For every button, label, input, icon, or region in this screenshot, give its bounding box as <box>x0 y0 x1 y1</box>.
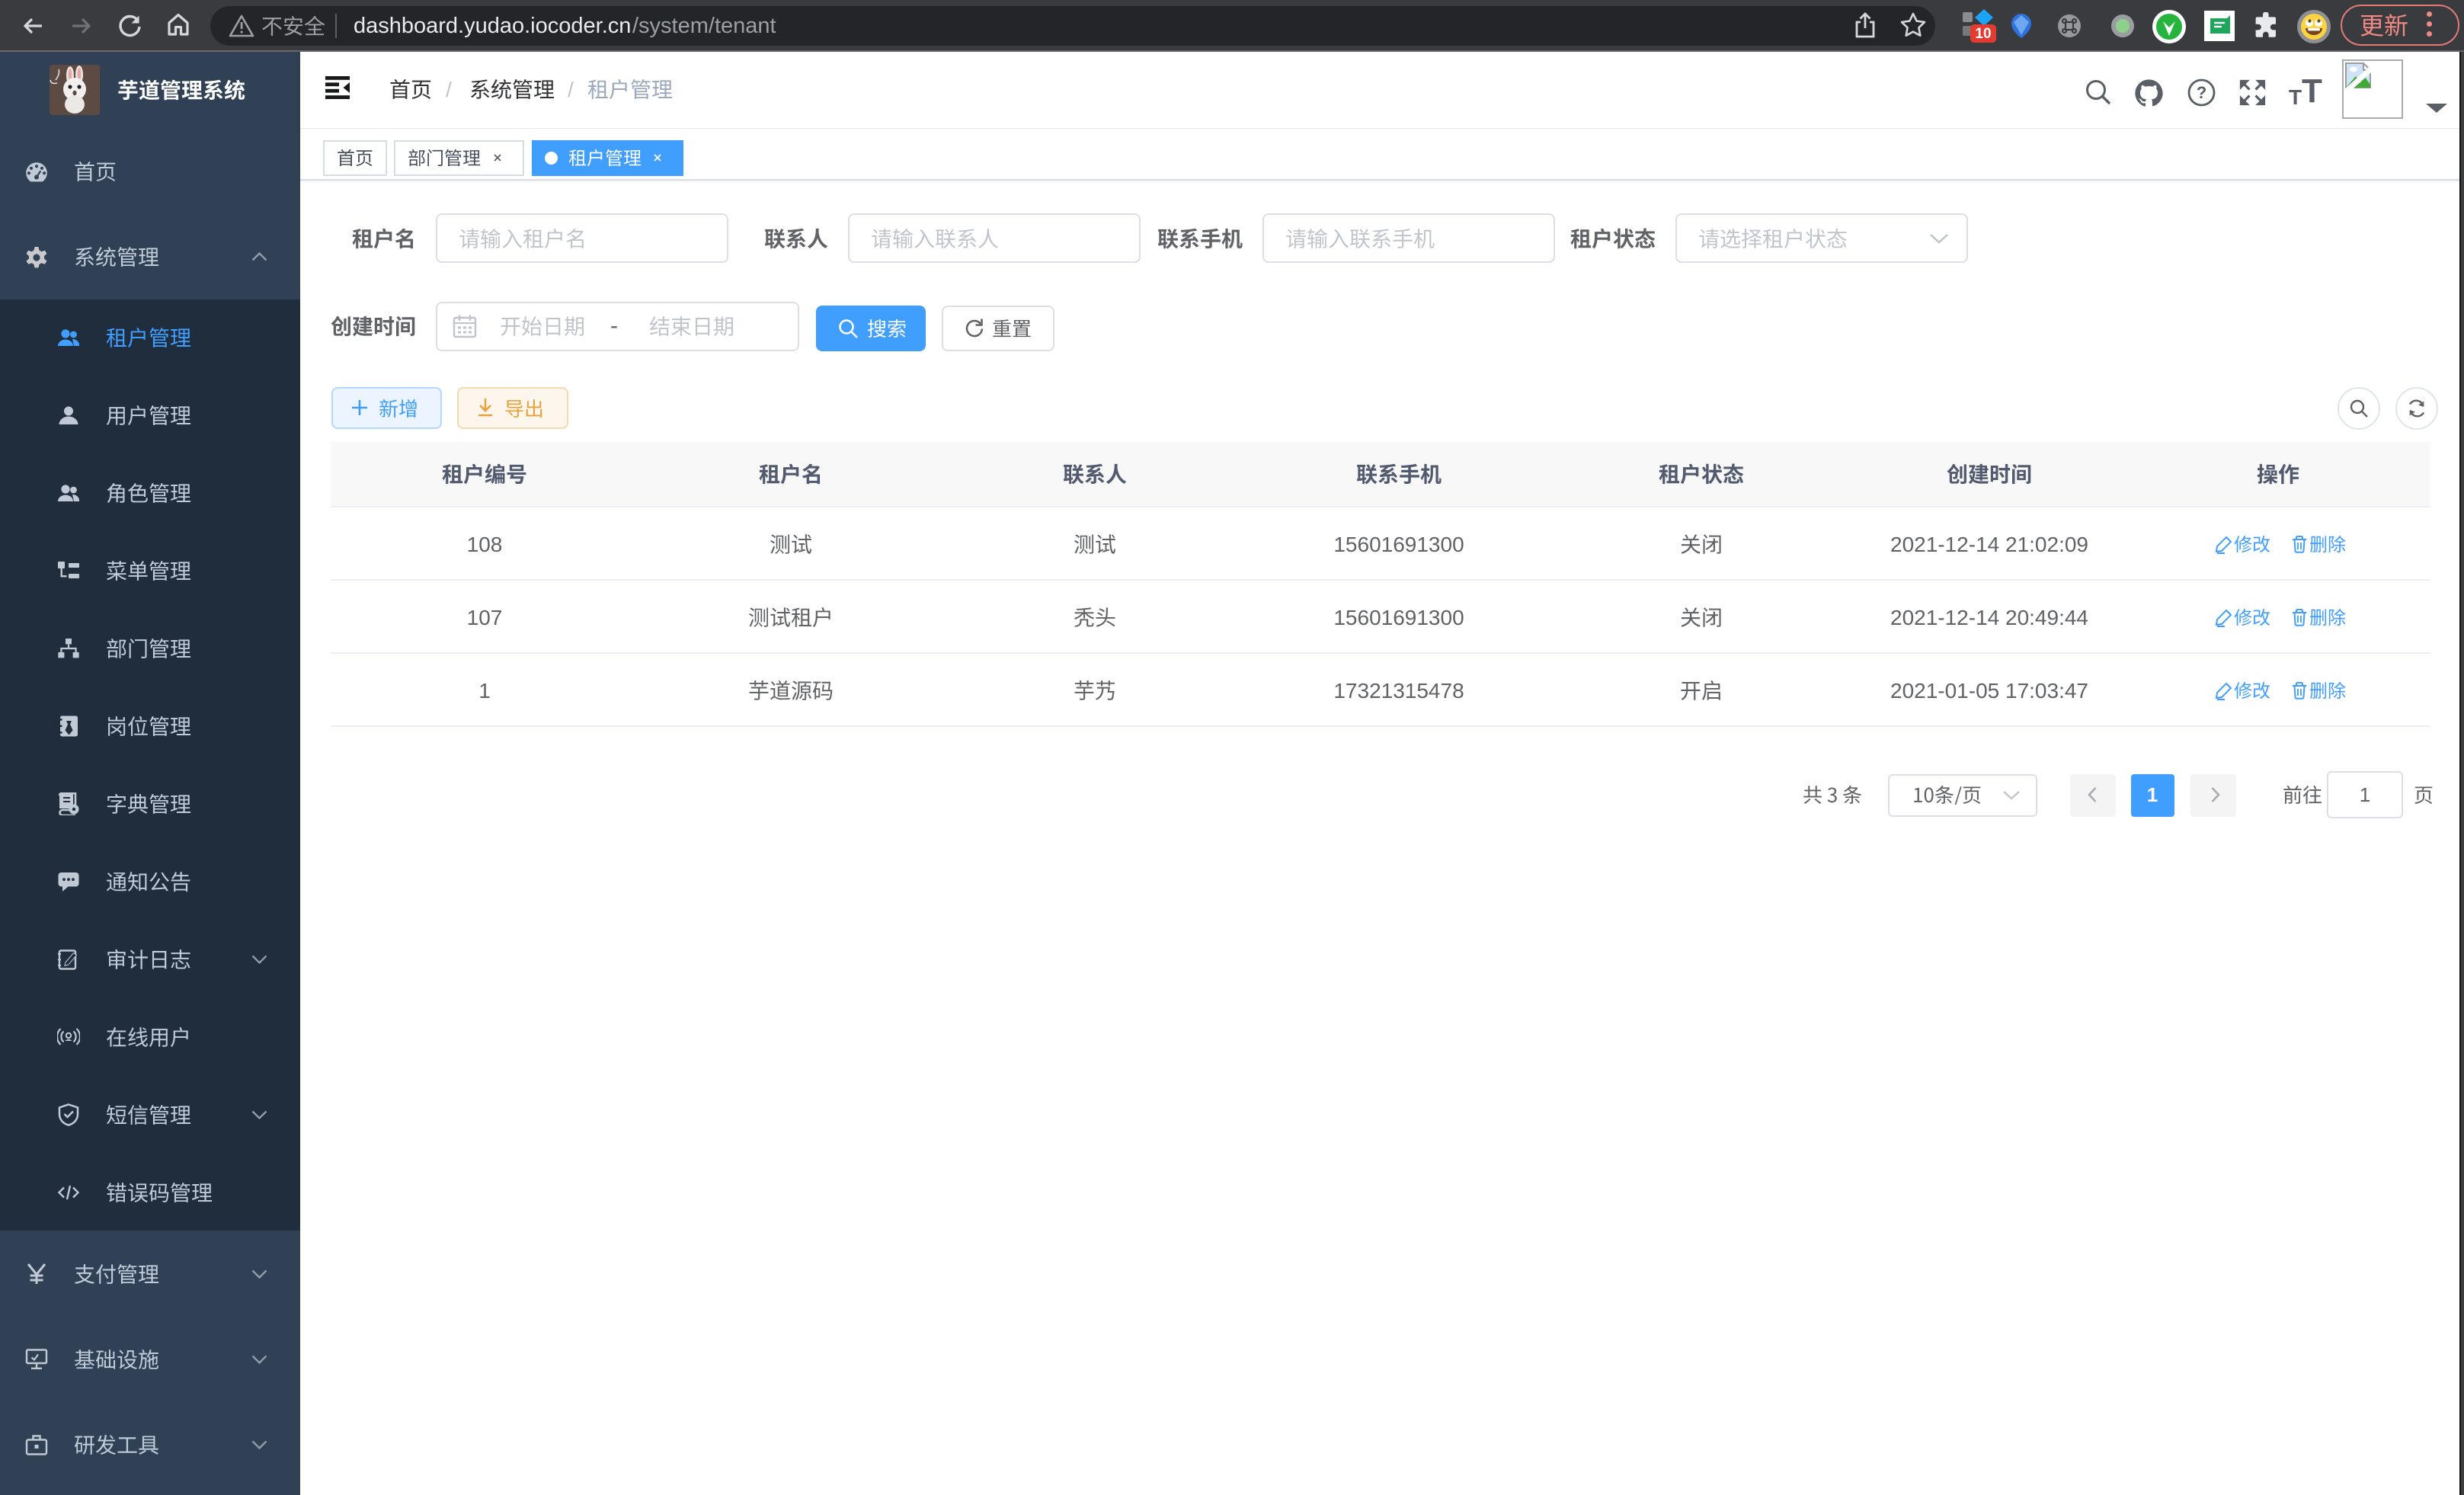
svg-text:10: 10 <box>1975 26 1991 42</box>
svg-text:?: ? <box>2197 83 2206 102</box>
